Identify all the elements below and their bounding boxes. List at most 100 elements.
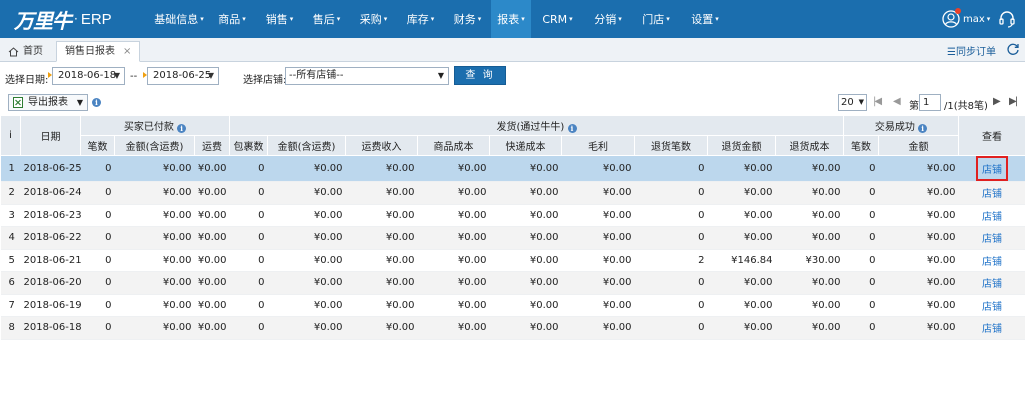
store-select[interactable]: --所有店铺-- ▼ [285,67,449,85]
table-cell: 0 [634,155,708,182]
table-cell: ¥0.00 [194,226,230,250]
date-to-input[interactable]: 2018-06-25 ▼ [147,67,219,85]
row-date: 2018-06-23 [20,204,82,227]
column-header[interactable]: 包裹数 [229,135,268,156]
info-icon[interactable]: i [918,124,928,133]
row-index: 2 [0,181,21,205]
tab-home-label: 首页 [23,45,43,57]
nav-item-3[interactable]: 售后 ▾ [303,0,350,38]
table-cell: ¥0.00 [114,204,195,227]
table-cell: ¥0.00 [417,271,490,295]
last-page-icon[interactable]: ▶| [1009,96,1018,107]
store-detail-link[interactable]: 店铺 [979,183,1005,202]
column-header[interactable]: 商品成本 [417,135,490,156]
row-date: 2018-06-24 [20,181,82,205]
tab-sales-daily-report[interactable]: 销售日报表 × [56,41,141,62]
row-index: 4 [0,226,21,250]
column-header[interactable]: 金额 [878,135,959,156]
store-detail-link[interactable]: 店铺 [979,251,1005,270]
table-cell: ¥0.00 [775,181,844,205]
store-detail-link[interactable]: 店铺 [979,273,1005,292]
nav-item-5[interactable]: 库存 ▾ [397,0,444,38]
table-row[interactable]: 3 2018-06-23 0 ¥0.00 ¥0.00 0 ¥0.00 ¥0.00 ¥0.00 ¥0… [0,204,1025,227]
page-size-select[interactable]: 20 ▼ [838,94,867,111]
table-cell: ¥0.00 [194,181,230,205]
column-header[interactable]: 运费收入 [345,135,418,156]
nav-item-4[interactable]: 采购 ▾ [350,0,397,38]
first-page-icon[interactable]: |◀ [873,96,882,107]
paid-group-label: 买家已付款 [123,122,174,133]
column-header[interactable]: 毛利 [561,135,635,156]
nav-item-label: 采购 [359,13,382,26]
query-button[interactable]: 查 询 [454,66,506,85]
next-page-icon[interactable]: ▶ [993,96,1001,107]
table-row[interactable]: 8 2018-06-18 0 ¥0.00 ¥0.00 0 ¥0.00 ¥0.00 ¥0.00 ¥0… [0,316,1025,340]
user-name: max [963,13,985,25]
page-number-input[interactable]: 1 [919,94,941,111]
store-detail-link[interactable]: 店铺 [979,206,1005,225]
nav-item-7[interactable]: 报表 ▾ [491,0,531,38]
table-cell: 0 [634,271,708,295]
column-header[interactable]: 退货成本 [775,135,844,156]
nav-item-9[interactable]: 分销 ▾ [584,0,632,38]
info-icon[interactable]: i [92,98,101,107]
nav-item-6[interactable]: 财务 ▾ [444,0,491,38]
column-header[interactable]: 金额(含运费) [114,135,195,156]
prev-page-icon[interactable]: ◀ [893,96,901,107]
group-header-row: i 日期 买家已付款 i 发货(通过牛牛) i 交易成功 i 查看 [0,115,1025,156]
table-cell: ¥0.00 [561,181,635,205]
table-row[interactable]: 1 2018-06-25 0 ¥0.00 ¥0.00 0 ¥0.00 ¥0.00 ¥0.00 ¥0… [0,155,1025,182]
column-header[interactable]: 快递成本 [489,135,562,156]
nav-item-1[interactable]: 商品 ▾ [208,0,256,38]
column-header[interactable]: 退货金额 [707,135,776,156]
store-detail-link[interactable]: 店铺 [976,156,1008,181]
sync-orders-button[interactable]: ☰同步订单 [947,43,996,58]
table-cell: ¥0.00 [417,316,490,340]
column-header[interactable]: 笔数 [80,135,115,156]
info-icon[interactable]: i [177,124,187,133]
date-from-input[interactable]: 2018-06-18 ▼ [52,67,125,85]
nav-item-2[interactable]: 销售 ▾ [256,0,303,38]
table-cell: 0 [843,249,879,272]
table-cell: 0 [229,204,268,227]
table-cell: ¥0.00 [775,226,844,250]
tab-label: 销售日报表 [65,45,115,57]
refresh-icon[interactable] [1006,42,1020,56]
store-detail-link[interactable]: 店铺 [979,228,1005,247]
nav-item-0[interactable]: 基础信息 ▾ [150,0,208,38]
column-header[interactable]: 金额(含运费) [267,135,346,156]
row-index: 6 [0,271,21,295]
column-header[interactable]: 运费 [194,135,230,156]
table-cell: 0 [843,226,879,250]
export-report-button[interactable]: 导出报表 ▼ [8,94,88,111]
table-row[interactable]: 7 2018-06-19 0 ¥0.00 ¥0.00 0 ¥0.00 ¥0.00 ¥0.00 ¥0… [0,294,1025,317]
nav-item-label: 财务 [453,13,476,26]
table-row[interactable]: 2 2018-06-24 0 ¥0.00 ¥0.00 0 ¥0.00 ¥0.00 ¥0.00 ¥0… [0,181,1025,205]
nav-item-11[interactable]: 设置 ▾ [680,0,730,38]
table-cell: ¥0.00 [775,204,844,227]
nav-item-10[interactable]: 门店 ▾ [632,0,680,38]
home-icon [8,46,19,56]
nav-item-8[interactable]: CRM ▾ [531,0,584,38]
user-menu[interactable]: max ▾ [942,8,990,29]
tab-close-icon[interactable]: × [123,42,131,62]
column-header[interactable]: 退货笔数 [634,135,708,156]
logo-dot: · [74,12,78,26]
store-detail-link[interactable]: 店铺 [979,296,1005,315]
table-row[interactable]: 4 2018-06-22 0 ¥0.00 ¥0.00 0 ¥0.00 ¥0.00 ¥0.00 ¥0… [0,226,1025,250]
customer-service-icon[interactable] [997,9,1017,29]
table-cell: ¥0.00 [345,226,418,250]
table-cell: ¥0.00 [114,226,195,250]
tab-home[interactable]: 首页 [8,41,43,62]
table-cell: ¥0.00 [345,204,418,227]
column-header[interactable]: 笔数 [843,135,879,156]
table-row[interactable]: 5 2018-06-21 0 ¥0.00 ¥0.00 0 ¥0.00 ¥0.00 ¥0.00 ¥0… [0,249,1025,272]
info-icon[interactable]: i [567,124,577,133]
store-detail-link[interactable]: 店铺 [979,318,1005,337]
table-cell: 0 [80,181,115,205]
nav-item-label: 销售 [265,13,288,26]
nav-item-label: 分销 [594,13,617,26]
table-row[interactable]: 6 2018-06-20 0 ¥0.00 ¥0.00 0 ¥0.00 ¥0.00 ¥0.00 ¥0… [0,271,1025,295]
app-logo[interactable]: 万里牛 · ERP [14,7,112,33]
table-cell: 0 [229,294,268,317]
